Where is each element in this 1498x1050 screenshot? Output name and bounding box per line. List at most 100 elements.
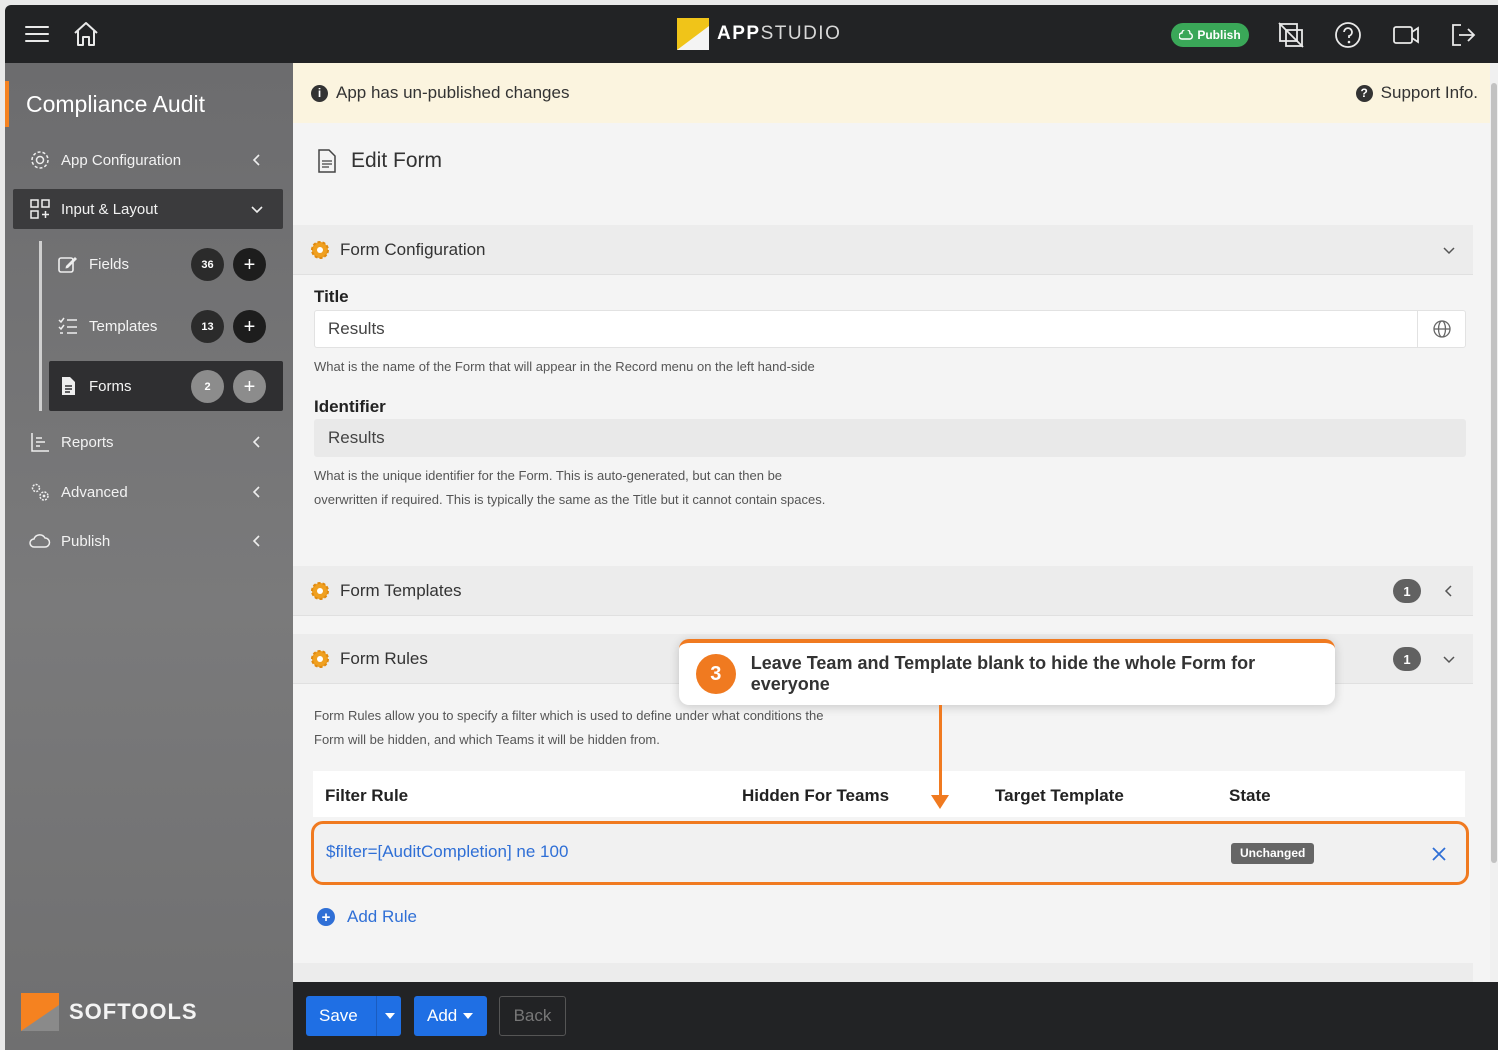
- tutorial-callout: 3 Leave Team and Template blank to hide …: [679, 639, 1335, 705]
- callout-text: Leave Team and Template blank to hide th…: [750, 653, 1256, 694]
- count-badge: 36: [191, 248, 224, 281]
- support-info-label: Support Info.: [1380, 83, 1478, 102]
- gear-icon: [311, 581, 329, 600]
- sidebar: Compliance Audit App Configuration Input…: [5, 63, 293, 1050]
- edit-icon: [58, 257, 77, 273]
- submenu-rail: [39, 241, 42, 411]
- panel-title: Form Rules: [340, 648, 428, 668]
- filter-rule-link[interactable]: $filter=[AuditCompletion] ne 100: [326, 842, 568, 862]
- chevron-left-icon: [252, 535, 260, 547]
- appstudio-logo: APPSTUDIO: [677, 18, 841, 50]
- report-icon: [31, 433, 49, 452]
- column-header: Target Template: [995, 786, 1124, 805]
- softools-logo: SOFTOOLS: [21, 993, 198, 1031]
- translate-button[interactable]: [1417, 310, 1465, 348]
- layout-icon: [30, 199, 50, 219]
- add-rule-button[interactable]: + Add Rule: [317, 907, 417, 927]
- cogs-icon: [31, 483, 49, 501]
- add-template-button[interactable]: +: [233, 310, 266, 343]
- add-form-button[interactable]: +: [233, 370, 266, 403]
- count-badge: 13: [191, 310, 224, 343]
- back-button[interactable]: Back: [499, 996, 566, 1036]
- form-templates-header[interactable]: Form Templates 1: [293, 566, 1473, 616]
- video-icon[interactable]: [1391, 20, 1421, 50]
- chevron-down-icon: [251, 206, 263, 214]
- appstudio-logo-icon: [677, 18, 709, 50]
- chevron-down-icon: [1443, 656, 1455, 664]
- file-icon: [318, 149, 336, 173]
- sidebar-item-app-configuration[interactable]: App Configuration: [13, 140, 283, 180]
- column-header: State: [1229, 786, 1271, 805]
- main-content: i App has un-published changes ? Support…: [293, 63, 1490, 983]
- scrollbar[interactable]: [1490, 63, 1498, 983]
- chevron-left-icon: [1444, 585, 1452, 597]
- identifier-input[interactable]: Results: [314, 419, 1466, 457]
- title-label: Title: [314, 287, 349, 306]
- sidebar-item-label: Advanced: [61, 483, 128, 501]
- brand-light: STUDIO: [760, 23, 842, 44]
- home-icon[interactable]: [71, 19, 101, 49]
- sub-item-label: Templates: [89, 317, 158, 335]
- logout-icon[interactable]: [1448, 20, 1478, 50]
- column-header: Filter Rule: [325, 786, 409, 805]
- preview-icon[interactable]: [1276, 20, 1306, 50]
- sidebar-item-publish[interactable]: Publish: [13, 521, 283, 561]
- add-label: Add: [427, 1006, 458, 1025]
- unpublished-notice: i App has un-published changes ? Support…: [293, 63, 1490, 123]
- panel-title: Form Configuration: [340, 239, 486, 259]
- sidebar-sub-item-fields[interactable]: Fields 36 +: [49, 239, 283, 289]
- sidebar-item-advanced[interactable]: Advanced: [13, 472, 283, 512]
- sub-item-label: Forms: [89, 377, 132, 395]
- sub-item-label: Fields: [89, 255, 130, 273]
- top-bar: APPSTUDIO Publish: [5, 5, 1498, 63]
- chevron-left-icon: [252, 486, 260, 498]
- notice-message: App has un-published changes: [336, 83, 570, 102]
- add-rule-label: Add Rule: [347, 907, 417, 926]
- add-field-button[interactable]: +: [233, 248, 266, 281]
- add-button[interactable]: Add: [414, 996, 487, 1036]
- sidebar-item-reports[interactable]: Reports: [13, 422, 283, 462]
- help-icon[interactable]: [1333, 20, 1363, 50]
- form-configuration-header[interactable]: Form Configuration: [293, 225, 1473, 275]
- form-rules-help-1: Form Rules allow you to specify a filter…: [314, 708, 824, 723]
- count-badge: 2: [191, 370, 224, 403]
- title-value: Results: [328, 319, 385, 338]
- app-title: Compliance Audit: [5, 81, 293, 127]
- caret-down-icon: [463, 1013, 474, 1019]
- callout-arrow: [939, 705, 942, 797]
- chevron-left-icon: [252, 436, 260, 448]
- save-button[interactable]: Save: [306, 996, 401, 1036]
- identifier-value: Results: [328, 428, 385, 447]
- document-icon: [62, 377, 75, 395]
- title-help-text: What is the name of the Form that will a…: [314, 359, 815, 374]
- status-badge: Unchanged: [1231, 843, 1315, 864]
- cloud-icon: [1179, 30, 1194, 40]
- publish-button[interactable]: Publish: [1171, 23, 1249, 47]
- close-icon[interactable]: [1430, 845, 1448, 863]
- support-info-link[interactable]: ? Support Info.: [1355, 83, 1478, 103]
- rules-table-header: Filter Rule Hidden For Teams Target Temp…: [313, 771, 1465, 817]
- sidebar-item-label: Reports: [61, 433, 114, 451]
- step-number: 3: [696, 654, 736, 694]
- menu-icon[interactable]: [23, 21, 51, 47]
- scrollbar-thumb[interactable]: [1491, 83, 1497, 863]
- column-header: Hidden For Teams: [742, 786, 890, 805]
- softools-logo-icon: [21, 993, 59, 1031]
- caret-down-icon[interactable]: [385, 1013, 395, 1019]
- page-title-text: Edit Form: [351, 149, 443, 172]
- globe-icon: [1432, 320, 1451, 338]
- question-icon: ?: [1355, 84, 1373, 102]
- softools-wordmark: SOFTOOLS: [69, 999, 198, 1024]
- gear-icon: [311, 649, 329, 668]
- page-title: Edit Form: [317, 149, 442, 173]
- chevron-down-icon: [1443, 247, 1455, 255]
- count-badge: 1: [1393, 579, 1421, 603]
- sidebar-item-input-layout[interactable]: Input & Layout: [13, 189, 283, 229]
- sidebar-sub-item-forms[interactable]: Forms 2 +: [49, 361, 283, 411]
- publish-label: Publish: [1197, 28, 1241, 42]
- identifier-help-text-1: What is the unique identifier for the Fo…: [314, 468, 783, 483]
- sidebar-sub-item-templates[interactable]: Templates 13 +: [49, 301, 283, 351]
- identifier-help-text-2: overwritten if required. This is typical…: [314, 492, 826, 507]
- plus-circle-icon: +: [317, 908, 335, 926]
- title-input[interactable]: Results: [314, 310, 1466, 348]
